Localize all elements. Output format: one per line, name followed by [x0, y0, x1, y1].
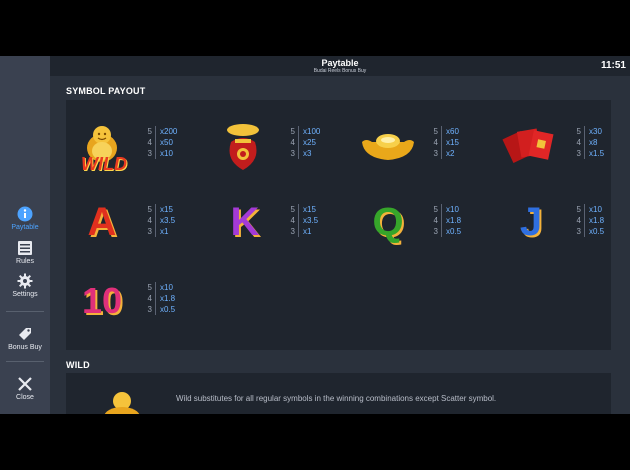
sidebar-item-label: Close — [16, 394, 34, 401]
close-icon — [18, 377, 32, 391]
sidebar-item-label: Rules — [16, 258, 34, 265]
ace-icon: A — [87, 200, 117, 244]
money-bag-icon — [227, 124, 259, 170]
sidebar-item-label: Settings — [12, 291, 38, 298]
game-subtitle: Budai Reels Bonus Buy — [313, 68, 367, 74]
budai-wild-icon — [104, 392, 140, 414]
ten-icon: 10 — [81, 280, 123, 321]
symbol-money-bag: 5 x100 4 x25 3 x3 — [213, 120, 353, 176]
section-heading-symbol-payout: SYMBOL PAYOUT — [66, 86, 146, 96]
sidebar-item-close[interactable]: Close — [0, 376, 50, 401]
symbol-queen: Q 5 x10 4 x1.8 3 x0.5 — [356, 198, 496, 254]
payout-list: 5 x10 4 x1.8 3 x0.5 — [428, 204, 461, 237]
rules-icon — [18, 241, 32, 255]
gear-icon — [17, 273, 33, 289]
section-heading-wild: WILD — [66, 360, 90, 370]
sidebar-item-label: Paytable — [11, 224, 39, 231]
sidebar-item-label: Bonus Buy — [8, 344, 42, 351]
payout-list: 5 x30 4 x8 3 x1.5 — [571, 126, 604, 159]
payout-list: 5 x15 4 x3.5 3 x1 — [142, 204, 175, 237]
symbol-red-envelopes: 5 x30 4 x8 3 x1.5 — [499, 120, 630, 176]
sidebar-item-bonus-buy[interactable]: Bonus Buy — [0, 326, 50, 351]
symbol-ten: 10 5 x10 4 x1.8 3 x0.5 — [70, 276, 210, 332]
king-icon: K — [230, 200, 260, 244]
payout-list: 5 x60 4 x15 3 x2 — [428, 126, 459, 159]
payout-list: 5 x100 4 x25 3 x3 — [285, 126, 320, 159]
sidebar-item-rules[interactable]: Rules — [0, 240, 50, 265]
sidebar: Paytable Rules Settings Bonus Buy Close — [0, 56, 50, 414]
sidebar-item-paytable[interactable]: Paytable — [0, 206, 50, 231]
clock: 11:51 — [600, 60, 626, 71]
red-envelopes-icon — [502, 128, 554, 164]
wild-description: Wild substitutes for all regular symbols… — [176, 394, 497, 403]
symbol-payout-panel: WILD 5 x200 4 x50 3 x10 5 x100 4 x25 3 x3 5 x60 — [66, 100, 611, 350]
symbol-budai-wild: WILD 5 x200 4 x50 3 x10 — [70, 120, 210, 176]
info-icon — [17, 206, 33, 222]
symbol-king: K 5 x15 4 x3.5 3 x1 — [213, 198, 353, 254]
sidebar-divider — [6, 311, 44, 312]
page-title: Paytable — [321, 58, 359, 68]
symbol-gold-ingot: 5 x60 4 x15 3 x2 — [356, 120, 496, 176]
payout-list: 5 x10 4 x1.8 3 x0.5 — [142, 282, 175, 315]
sidebar-item-settings[interactable]: Settings — [0, 273, 50, 298]
sidebar-divider — [6, 361, 44, 362]
payout-list: 5 x200 4 x50 3 x10 — [142, 126, 177, 159]
tag-icon — [19, 328, 31, 340]
jack-icon: J — [519, 200, 543, 244]
symbol-jack: J 5 x10 4 x1.8 3 x0.5 — [499, 198, 630, 254]
symbol-ace: A 5 x15 4 x3.5 3 x1 — [70, 198, 210, 254]
header-bar: Paytable Budai Reels Bonus Buy 11:51 — [50, 56, 630, 76]
payout-list: 5 x10 4 x1.8 3 x0.5 — [571, 204, 604, 237]
gold-ingot-icon — [362, 134, 414, 160]
payout-list: 5 x15 4 x3.5 3 x1 — [285, 204, 318, 237]
wild-label: WILD — [81, 154, 127, 174]
queen-icon: Q — [372, 200, 404, 244]
